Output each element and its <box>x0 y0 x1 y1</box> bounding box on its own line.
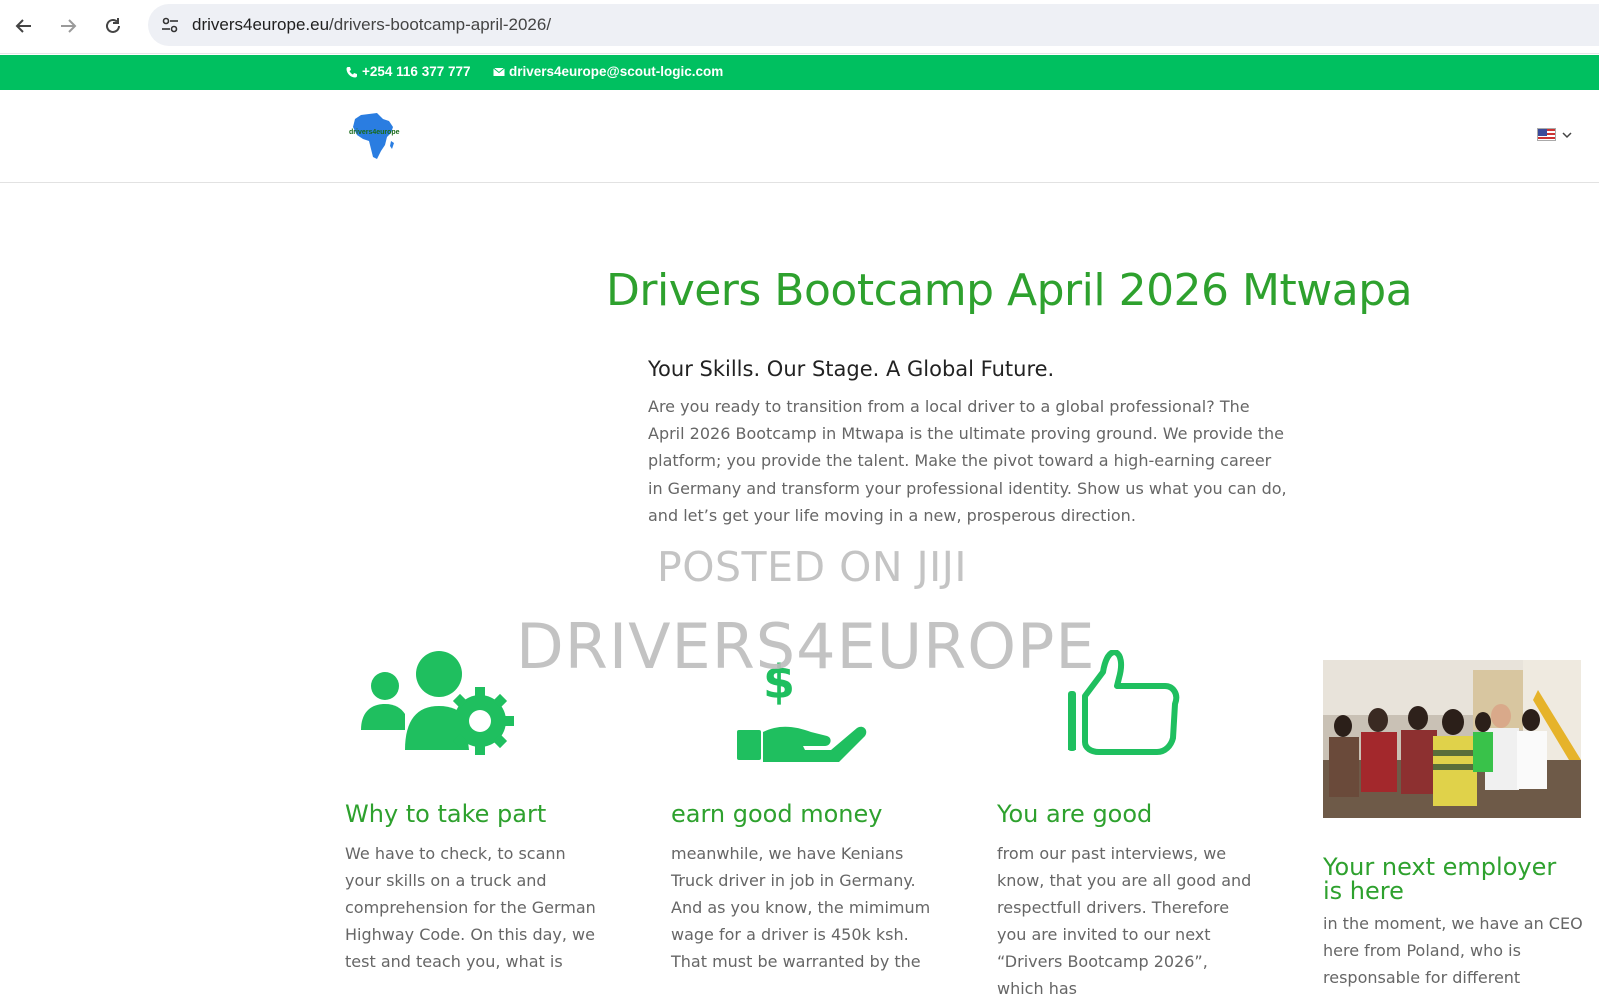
watermark-brand: DRIVERS4EUROPE <box>516 610 1096 683</box>
language-switcher[interactable] <box>1537 128 1572 141</box>
back-arrow-icon <box>15 19 31 33</box>
chevron-down-icon <box>1562 131 1572 138</box>
forward-button[interactable] <box>52 10 84 42</box>
address-bar[interactable]: drivers4europe.eu/drivers-bootcamp-april… <box>148 4 1599 46</box>
email-icon <box>493 67 505 76</box>
email-contact[interactable]: drivers4europe@scout-logic.com <box>493 64 723 79</box>
url-domain: drivers4europe.eu <box>192 15 330 34</box>
feature-heading: Your next employer is here <box>1323 853 1557 905</box>
phone-icon <box>346 66 357 77</box>
contact-bar: +254 116 377 777 drivers4europe@scout-lo… <box>0 55 1599 90</box>
forward-arrow-icon <box>61 19 77 33</box>
watermark-posted: POSTED ON JIJI <box>657 543 967 591</box>
us-flag-icon <box>1537 128 1556 141</box>
page-title: Drivers Bootcamp April 2026 Mtwapa <box>606 265 1413 316</box>
url-text[interactable]: drivers4europe.eu/drivers-bootcamp-april… <box>192 15 551 35</box>
africa-map-icon <box>353 113 394 159</box>
group-photo <box>1323 660 1581 818</box>
site-header: drivers4europe <box>0 90 1599 183</box>
feature-text: We have to check, to scann your skills o… <box>345 844 596 971</box>
intro-paragraph: Are you ready to transition from a local… <box>648 397 1287 525</box>
feature-text: in the moment, we have an CEO here from … <box>1323 914 1583 987</box>
feature-heading: earn good money <box>671 800 883 828</box>
site-settings-icon[interactable] <box>160 15 180 35</box>
site-logo[interactable]: drivers4europe <box>347 111 401 161</box>
phone-contact[interactable]: +254 116 377 777 <box>346 64 471 79</box>
url-path: /drivers-bootcamp-april-2026/ <box>329 15 552 34</box>
feature-text: meanwhile, we have Kenians Truck driver … <box>671 844 931 971</box>
back-button[interactable] <box>8 10 40 42</box>
reload-button[interactable] <box>97 10 129 42</box>
phone-number: +254 116 377 777 <box>362 64 471 79</box>
feature-heading: You are good <box>997 800 1153 828</box>
email-address: drivers4europe@scout-logic.com <box>509 64 724 79</box>
feature-heading: Why to take part <box>345 800 547 828</box>
logo-wordmark: drivers4europe <box>349 129 400 136</box>
page-tagline: Your Skills. Our Stage. A Global Future. <box>648 357 1055 381</box>
browser-toolbar: drivers4europe.eu/drivers-bootcamp-april… <box>0 0 1599 54</box>
reload-icon <box>106 18 120 33</box>
